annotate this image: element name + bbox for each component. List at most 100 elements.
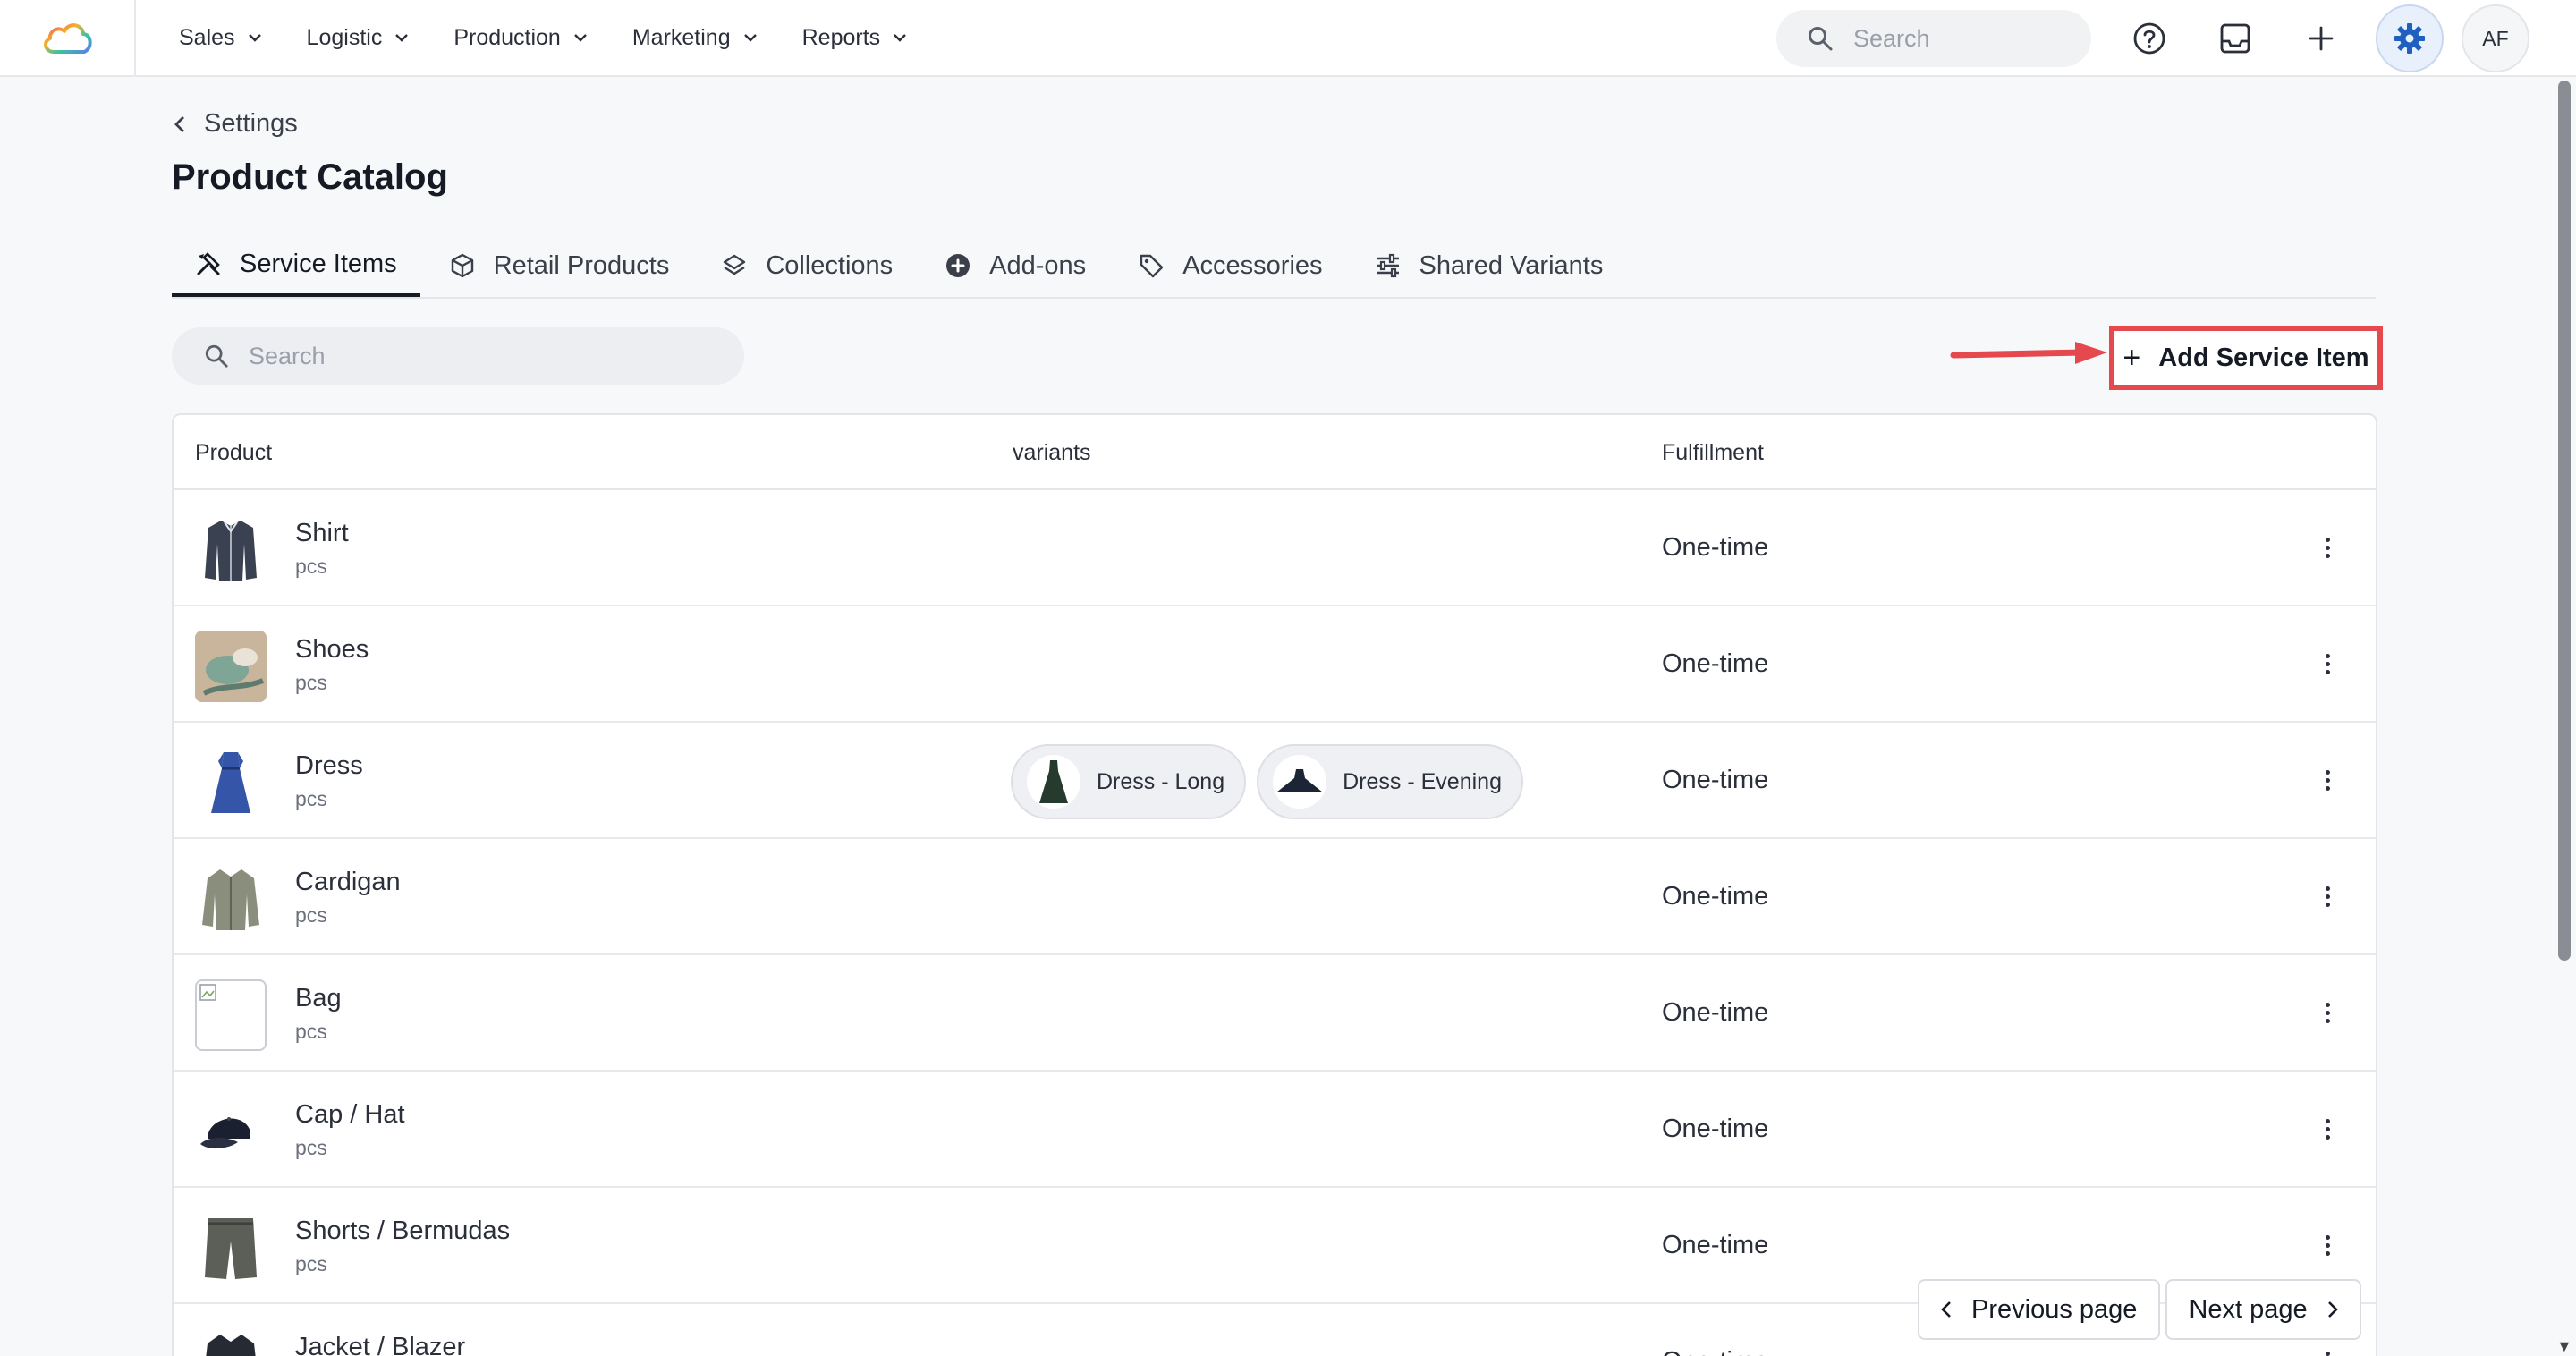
table-row[interactable]: Shoes pcs One-time <box>174 606 2376 723</box>
inbox-icon <box>2220 23 2250 54</box>
breadcrumb[interactable]: Settings <box>174 109 298 139</box>
tab-add-ons[interactable]: Add-ons <box>921 234 1109 297</box>
product-fulfillment: One-time <box>1662 649 1769 678</box>
cloud-logo-icon <box>44 23 92 54</box>
chevron-down-icon <box>395 34 409 42</box>
variant-label: Dress - Evening <box>1343 768 1502 794</box>
table-header: Product variants Fulfillment <box>174 415 2376 490</box>
row-menu-button[interactable] <box>2318 1343 2336 1356</box>
search-icon <box>205 344 228 368</box>
row-menu-button[interactable] <box>2318 1227 2336 1263</box>
create-button[interactable] <box>2290 7 2352 70</box>
nav-marketing[interactable]: Marketing <box>632 25 758 51</box>
nav-label: Marketing <box>631 24 731 50</box>
plus-circle-icon <box>946 254 970 277</box>
product-image-shirt <box>195 514 267 586</box>
row-menu-button[interactable] <box>2318 646 2336 682</box>
nav-logistic[interactable]: Logistic <box>307 25 410 51</box>
inbox-button[interactable] <box>2204 7 2267 70</box>
tab-label: Collections <box>766 250 894 280</box>
search-placeholder: Search <box>249 342 326 369</box>
search-placeholder: Search <box>1853 24 1930 52</box>
help-button[interactable] <box>2118 7 2181 70</box>
product-fulfillment: One-time <box>1662 1347 1768 1356</box>
avatar[interactable]: AF <box>2462 4 2529 72</box>
table-row[interactable]: Dress pcs Dress - Long Dress - Evening O… <box>174 723 2376 839</box>
tab-service-items[interactable]: Service Items <box>172 234 420 297</box>
chevron-right-icon <box>2327 1301 2338 1318</box>
scroll-down-arrow-icon[interactable]: ▼ <box>2556 1337 2572 1356</box>
column-header-fulfillment: Fulfillment <box>1662 440 1764 465</box>
page-scrollbar[interactable]: ▼ <box>2551 77 2576 1356</box>
topbar-actions: Search AF <box>1776 0 2576 77</box>
row-menu-button[interactable] <box>2318 530 2336 565</box>
product-unit: pcs <box>295 671 327 694</box>
chevron-down-icon <box>248 34 261 42</box>
nav-reports[interactable]: Reports <box>802 25 908 51</box>
product-name: Shorts / Bermudas <box>295 1216 511 1245</box>
add-service-item-button[interactable]: + Add Service Item <box>2109 326 2383 390</box>
previous-page-button[interactable]: Previous page <box>1918 1279 2161 1340</box>
tab-label: Service Items <box>240 249 397 278</box>
tab-label: Shared Variants <box>1419 250 1604 280</box>
table-row[interactable]: Shirt pcs One-time <box>174 490 2376 606</box>
product-image-jacket <box>195 1328 267 1356</box>
row-menu-button[interactable] <box>2318 762 2336 798</box>
pagination: Previous page Next page <box>1918 1279 2367 1340</box>
variant-chips: Dress - Long Dress - Evening <box>1011 744 1534 819</box>
nav-label: Reports <box>801 24 881 50</box>
row-menu-button[interactable] <box>2318 1111 2336 1147</box>
product-fulfillment: One-time <box>1662 1231 1769 1259</box>
table-row[interactable]: Cardigan pcs One-time <box>174 839 2376 955</box>
product-image-shoes <box>195 631 267 702</box>
product-search-input[interactable]: Search <box>172 327 744 385</box>
sliders-icon <box>1377 253 1399 278</box>
product-fulfillment: One-time <box>1662 998 1769 1027</box>
layers-icon <box>724 254 746 275</box>
chevron-down-icon <box>573 34 587 42</box>
column-header-variants: variants <box>1013 440 1091 465</box>
logo[interactable] <box>0 0 136 76</box>
box-icon <box>451 253 473 278</box>
tag-icon <box>1140 254 1164 278</box>
product-unit: pcs <box>295 1252 327 1275</box>
next-page-label: Next page <box>2189 1294 2308 1324</box>
nav-sales[interactable]: Sales <box>179 25 262 51</box>
product-name: Cap / Hat <box>295 1100 405 1129</box>
nav-label: Production <box>453 24 561 50</box>
breadcrumb-label: Settings <box>204 109 298 138</box>
product-image-dress <box>195 747 267 818</box>
variant-image <box>1027 755 1080 809</box>
tab-label: Accessories <box>1182 250 1323 280</box>
row-menu-button[interactable] <box>2318 878 2336 914</box>
settings-button[interactable] <box>2376 4 2444 72</box>
nav-production[interactable]: Production <box>453 25 588 51</box>
product-unit: pcs <box>295 1136 327 1159</box>
chevron-down-icon <box>894 34 907 42</box>
product-unit: pcs <box>295 787 327 810</box>
product-name: Bag <box>295 984 342 1013</box>
tools-icon <box>197 252 220 275</box>
variant-chip[interactable]: Dress - Long <box>1011 744 1247 819</box>
plus-icon <box>2309 26 2334 51</box>
product-image-cardigan <box>195 863 267 935</box>
product-fulfillment: One-time <box>1662 882 1769 911</box>
product-fulfillment: One-time <box>1662 533 1769 562</box>
global-search-input[interactable]: Search <box>1776 10 2091 67</box>
column-header-product: Product <box>195 440 273 465</box>
table-row[interactable]: Cap / Hat pcs One-time <box>174 1072 2376 1188</box>
tab-retail-products[interactable]: Retail Products <box>426 234 693 297</box>
tab-shared-variants[interactable]: Shared Variants <box>1352 234 1627 297</box>
row-menu-button[interactable] <box>2318 995 2336 1030</box>
variant-chip[interactable]: Dress - Evening <box>1257 744 1523 819</box>
tab-accessories[interactable]: Accessories <box>1114 234 1345 297</box>
page-title: Product Catalog <box>172 157 448 197</box>
next-page-button[interactable]: Next page <box>2165 1279 2361 1340</box>
main-nav: Sales Logistic Production Marketing Repo… <box>179 25 952 51</box>
product-unit: pcs <box>295 1020 327 1043</box>
nav-label: Logistic <box>306 24 383 50</box>
scrollbar-thumb[interactable] <box>2558 81 2571 961</box>
tab-collections[interactable]: Collections <box>698 234 916 297</box>
table-row[interactable]: Bag pcs One-time <box>174 955 2376 1072</box>
chevron-left-icon <box>174 115 184 132</box>
